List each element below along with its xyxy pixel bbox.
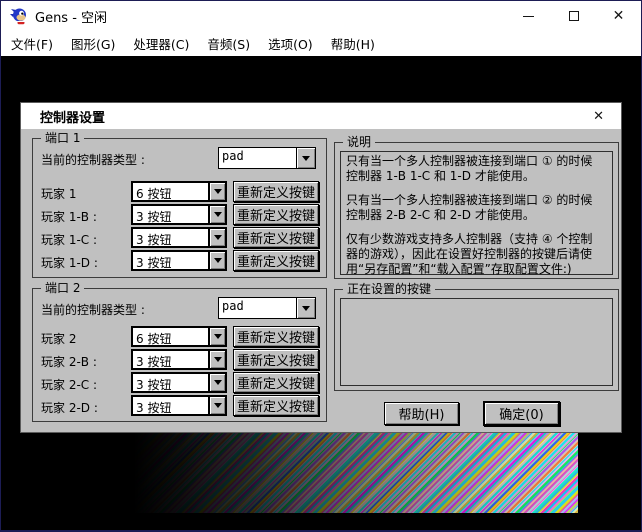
player-1d-combo-arrow-button[interactable] bbox=[208, 252, 225, 269]
chevron-down-icon bbox=[302, 156, 310, 161]
player-2c-buttons-combobox[interactable]: 3 按钮 bbox=[131, 372, 227, 393]
dialog-title: 控制器设置 bbox=[40, 107, 105, 126]
player-2b-buttons-value: 3 按钮 bbox=[133, 351, 208, 368]
chevron-down-icon bbox=[214, 212, 222, 217]
keys-status-panel bbox=[340, 298, 613, 386]
player-1b-buttons-combobox[interactable]: 3 按钮 bbox=[131, 204, 227, 225]
keys-status-group-label: 正在设置的按键 bbox=[343, 282, 435, 296]
port2-type-combobox[interactable]: pad bbox=[218, 297, 316, 319]
window-titlebar: Gens - 空闲 ✕ bbox=[1, 1, 641, 31]
chevron-down-icon bbox=[302, 306, 310, 311]
player-1b-combo-arrow-button[interactable] bbox=[208, 206, 225, 223]
player-2d-buttons-value: 3 按钮 bbox=[133, 397, 208, 414]
player-2-buttons-combobox[interactable]: 6 按钮 bbox=[131, 326, 227, 347]
close-button[interactable]: ✕ bbox=[596, 1, 641, 31]
player-1c-combo-arrow-button[interactable] bbox=[208, 229, 225, 246]
minimize-icon bbox=[523, 16, 534, 17]
menubar: 文件(F) 图形(G) 处理器(C) 音频(S) 选项(O) 帮助(H) bbox=[1, 31, 641, 56]
player-1d-buttons-combobox[interactable]: 3 按钮 bbox=[131, 250, 227, 271]
player-1d-buttons-value: 3 按钮 bbox=[133, 252, 208, 269]
port1-type-combo-arrow-button[interactable] bbox=[296, 148, 315, 168]
player-1-buttons-value: 6 按钮 bbox=[133, 183, 208, 200]
player-1-redefine-button[interactable]: 重新定义按键 bbox=[233, 181, 319, 202]
player-2c-buttons-value: 3 按钮 bbox=[133, 374, 208, 391]
player-2-buttons-value: 6 按钮 bbox=[133, 328, 208, 345]
chevron-down-icon bbox=[214, 357, 222, 362]
ok-button[interactable]: 确定(0) bbox=[483, 401, 560, 426]
controller-settings-dialog: 控制器设置 ✕ 端口 1 当前的控制器类型 : pad 玩家 1 6 按钮 重新… bbox=[20, 102, 622, 433]
emulator-static bbox=[100, 433, 578, 513]
caption-buttons: ✕ bbox=[506, 1, 641, 31]
player-2-combo-arrow-button[interactable] bbox=[208, 328, 225, 345]
port2-group: 端口 2 当前的控制器类型 : pad 玩家 2 6 按钮 重新定义按键 玩家 … bbox=[32, 288, 327, 422]
port1-type-value: pad bbox=[219, 148, 296, 168]
chevron-down-icon bbox=[214, 189, 222, 194]
maximize-icon bbox=[569, 11, 579, 21]
instructions-panel: 只有当一个多人控制器被连接到端口 ① 的时候控制器 1-B 1-C 和 1-D … bbox=[340, 151, 613, 275]
instructions-paragraph: 仅有少数游戏支持多人控制器（支持 ④ 个控制器的游戏），因此在设置好控制器的按键… bbox=[346, 232, 599, 277]
dialog-close-button[interactable]: ✕ bbox=[588, 107, 609, 126]
port2-type-value: pad bbox=[219, 298, 296, 318]
dialog-titlebar: 控制器设置 ✕ bbox=[21, 103, 621, 129]
player-1c-buttons-value: 3 按钮 bbox=[133, 229, 208, 246]
app-icon bbox=[10, 7, 28, 25]
chevron-down-icon bbox=[214, 334, 222, 339]
chevron-down-icon bbox=[214, 235, 222, 240]
player-2c-combo-arrow-button[interactable] bbox=[208, 374, 225, 391]
chevron-down-icon bbox=[214, 258, 222, 263]
player-1c-label: 玩家 1-C : bbox=[41, 231, 97, 248]
player-2b-combo-arrow-button[interactable] bbox=[208, 351, 225, 368]
player-1c-buttons-combobox[interactable]: 3 按钮 bbox=[131, 227, 227, 248]
chevron-down-icon bbox=[214, 380, 222, 385]
keys-status-group: 正在设置的按键 bbox=[334, 289, 619, 391]
port1-group-label: 端口 1 bbox=[41, 131, 84, 145]
port2-type-label: 当前的控制器类型 : bbox=[41, 301, 145, 318]
player-2c-redefine-button[interactable]: 重新定义按键 bbox=[233, 372, 319, 393]
instructions-group: 说明 只有当一个多人控制器被连接到端口 ① 的时候控制器 1-B 1-C 和 1… bbox=[334, 142, 619, 279]
close-icon: ✕ bbox=[613, 9, 625, 23]
port1-type-label: 当前的控制器类型 : bbox=[41, 151, 145, 168]
menu-item-sound[interactable]: 音频(S) bbox=[198, 31, 259, 56]
player-1d-redefine-button[interactable]: 重新定义按键 bbox=[233, 250, 319, 271]
player-1-label: 玩家 1 bbox=[41, 185, 76, 202]
instructions-paragraph: 只有当一个多人控制器被连接到端口 ② 的时候控制器 2-B 2-C 和 2-D … bbox=[346, 193, 599, 223]
player-2c-label: 玩家 2-C : bbox=[41, 376, 97, 393]
menu-item-help[interactable]: 帮助(H) bbox=[322, 31, 384, 56]
port2-group-label: 端口 2 bbox=[41, 281, 84, 295]
player-2d-combo-arrow-button[interactable] bbox=[208, 397, 225, 414]
player-2b-buttons-combobox[interactable]: 3 按钮 bbox=[131, 349, 227, 370]
menu-item-cpu[interactable]: 处理器(C) bbox=[124, 31, 198, 56]
menu-item-file[interactable]: 文件(F) bbox=[2, 31, 62, 56]
player-2b-redefine-button[interactable]: 重新定义按键 bbox=[233, 349, 319, 370]
player-1b-buttons-value: 3 按钮 bbox=[133, 206, 208, 223]
port1-type-combobox[interactable]: pad bbox=[218, 147, 316, 169]
menu-item-options[interactable]: 选项(O) bbox=[259, 31, 322, 56]
player-1b-redefine-button[interactable]: 重新定义按键 bbox=[233, 204, 319, 225]
window-title: Gens - 空闲 bbox=[35, 7, 107, 26]
help-button[interactable]: 帮助(H) bbox=[384, 402, 459, 425]
player-2d-label: 玩家 2-D : bbox=[41, 399, 98, 416]
dialog-body: 端口 1 当前的控制器类型 : pad 玩家 1 6 按钮 重新定义按键 玩家 … bbox=[21, 129, 621, 432]
minimize-button[interactable] bbox=[506, 1, 551, 31]
chevron-down-icon bbox=[214, 403, 222, 408]
player-1c-redefine-button[interactable]: 重新定义按键 bbox=[233, 227, 319, 248]
player-1-buttons-combobox[interactable]: 6 按钮 bbox=[131, 181, 227, 202]
player-1d-label: 玩家 1-D : bbox=[41, 254, 98, 271]
player-1b-label: 玩家 1-B : bbox=[41, 208, 97, 225]
instructions-paragraph: 只有当一个多人控制器被连接到端口 ① 的时候控制器 1-B 1-C 和 1-D … bbox=[346, 154, 599, 184]
player-2d-buttons-combobox[interactable]: 3 按钮 bbox=[131, 395, 227, 416]
player-2-label: 玩家 2 bbox=[41, 330, 76, 347]
player-2-redefine-button[interactable]: 重新定义按键 bbox=[233, 326, 319, 347]
player-1-combo-arrow-button[interactable] bbox=[208, 183, 225, 200]
maximize-button[interactable] bbox=[551, 1, 596, 31]
port2-type-combo-arrow-button[interactable] bbox=[296, 298, 315, 318]
instructions-group-label: 说明 bbox=[343, 135, 375, 149]
player-2b-label: 玩家 2-B : bbox=[41, 353, 97, 370]
menu-item-graphics[interactable]: 图形(G) bbox=[62, 31, 124, 56]
port1-group: 端口 1 当前的控制器类型 : pad 玩家 1 6 按钮 重新定义按键 玩家 … bbox=[32, 138, 327, 278]
player-2d-redefine-button[interactable]: 重新定义按键 bbox=[233, 395, 319, 416]
